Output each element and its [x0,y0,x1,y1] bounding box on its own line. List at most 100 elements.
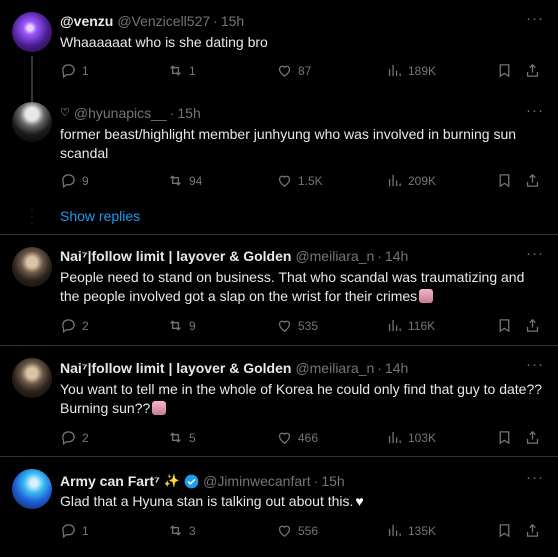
more-icon[interactable]: ··· [526,10,544,27]
more-icon[interactable]: ··· [526,245,544,262]
like-button[interactable]: 556 [276,522,318,539]
timestamp[interactable]: 14h [385,247,408,265]
bookmark-button[interactable] [496,172,513,189]
tweet[interactable]: ♡ @hyunapics__ · 15h ··· former beast/hi… [0,92,558,200]
views-icon [388,64,401,77]
retweet-button[interactable]: 1 [167,62,196,79]
share-button[interactable] [524,172,541,189]
share-button[interactable] [524,429,541,446]
tweet[interactable]: Nai⁷|follow limit | layover & Golden @me… [0,235,558,345]
tweet[interactable]: @venzu @Venzicell527 · 15h ··· Whaaaaaat… [0,0,558,106]
tweet-text: Whaaaaaat who is she dating bro [60,34,268,50]
heart-icon: ♡ [60,107,70,119]
tweet-actions: 2 9 535 116K [60,317,550,337]
retweet-button[interactable]: 9 [167,317,196,334]
timestamp[interactable]: 14h [385,359,408,377]
retweet-button[interactable]: 5 [167,429,196,446]
separator: · [377,248,382,264]
reply-icon [62,524,75,539]
user-handle[interactable]: @hyunapics__ [74,104,167,122]
share-button[interactable] [524,522,541,539]
like-count: 556 [298,523,319,538]
avatar[interactable] [12,247,52,287]
separator: · [377,360,382,376]
reply-count: 1 [82,523,89,538]
tweet-text-content: Glad that a Hyuna stan is talking out ab… [60,493,354,509]
display-name[interactable]: @venzu [60,12,113,30]
tweet-actions: 2 5 466 103K [60,429,550,449]
tweet-header: @venzu @Venzicell527 · 15h [60,12,244,30]
reply-button[interactable]: 2 [60,429,89,446]
retweet-button[interactable]: 3 [167,522,196,539]
tweet-text: People need to stand on business. That w… [60,268,545,306]
show-replies-link[interactable]: Show replies [60,208,140,224]
tweet-actions: 9 94 1.5K 209K [60,172,550,192]
retweet-icon [170,320,181,331]
separator: · [169,105,175,121]
more-icon[interactable]: ··· [526,356,544,373]
tweet[interactable]: Nai⁷|follow limit | layover & Golden @me… [0,346,558,456]
views-icon [388,174,401,187]
views-icon [388,524,401,537]
bookmark-button[interactable] [496,317,513,334]
retweet-icon [170,525,181,536]
like-button[interactable]: 466 [276,429,318,446]
reply-icon [62,174,75,189]
timestamp[interactable]: 15h [177,104,200,122]
white-heart-emoji-icon: ♥ [355,493,364,509]
display-name[interactable]: Nai⁷|follow limit | layover & Golden [60,247,291,265]
reply-icon [62,64,75,79]
sparkles-icon: ✨ [163,473,181,488]
display-name[interactable]: Army can Fart⁷ [60,472,160,490]
share-icon [526,523,539,537]
reply-button[interactable]: 9 [60,172,89,189]
reply-button[interactable]: 1 [60,62,89,79]
bookmark-button[interactable] [496,522,513,539]
user-handle[interactable]: @meiliara_n [295,247,374,265]
timestamp[interactable]: 15h [321,472,344,490]
views-button[interactable]: 189K [386,62,436,79]
user-handle[interactable]: @Venzicell527 [117,12,210,30]
views-button[interactable]: 103K [386,429,436,446]
retweet-icon [170,175,181,186]
views-button[interactable]: 116K [386,317,435,334]
retweet-icon [170,65,181,76]
reply-icon [62,431,75,446]
views-count: 116K [408,318,436,333]
retweet-count: 9 [189,318,196,333]
reply-icon [62,319,75,334]
retweet-button[interactable]: 94 [167,172,202,189]
reply-count: 2 [82,318,89,333]
avatar[interactable] [12,12,52,52]
share-button[interactable] [524,62,541,79]
views-button[interactable]: 209K [386,172,436,189]
display-name[interactable]: Nai⁷|follow limit | layover & Golden [60,359,291,377]
more-icon[interactable]: ··· [526,102,544,119]
tweet-text: You want to tell me in the whole of Kore… [60,380,545,418]
tweet-text-content: You want to tell me in the whole of Kore… [60,381,543,416]
like-button[interactable]: 87 [276,62,311,79]
retweet-count: 1 [189,63,196,78]
tweet[interactable]: Army can Fart⁷ ✨ @Jiminwecanfart · 15h ·… [0,457,558,557]
reply-button[interactable]: 2 [60,317,89,334]
user-handle[interactable]: @meiliara_n [295,359,374,377]
thread-dots: · · · [30,202,34,230]
views-icon [388,431,401,444]
views-button[interactable]: 135K [386,522,436,539]
bookmark-button[interactable] [496,62,513,79]
share-button[interactable] [524,317,541,334]
avatar[interactable] [12,102,52,142]
facepalm-emoji-icon [152,401,167,415]
user-handle[interactable]: @Jiminwecanfart [203,472,311,490]
tweet-text-content: People need to stand on business. That w… [60,269,525,304]
bookmark-button[interactable] [496,429,513,446]
like-button[interactable]: 1.5K [276,172,323,189]
more-icon[interactable]: ··· [526,469,544,486]
timestamp[interactable]: 15h [221,12,244,30]
retweet-count: 3 [189,523,196,538]
reply-button[interactable]: 1 [60,522,89,539]
like-button[interactable]: 535 [276,317,318,334]
avatar[interactable] [12,358,52,398]
avatar[interactable] [12,469,52,509]
like-icon [278,432,291,444]
